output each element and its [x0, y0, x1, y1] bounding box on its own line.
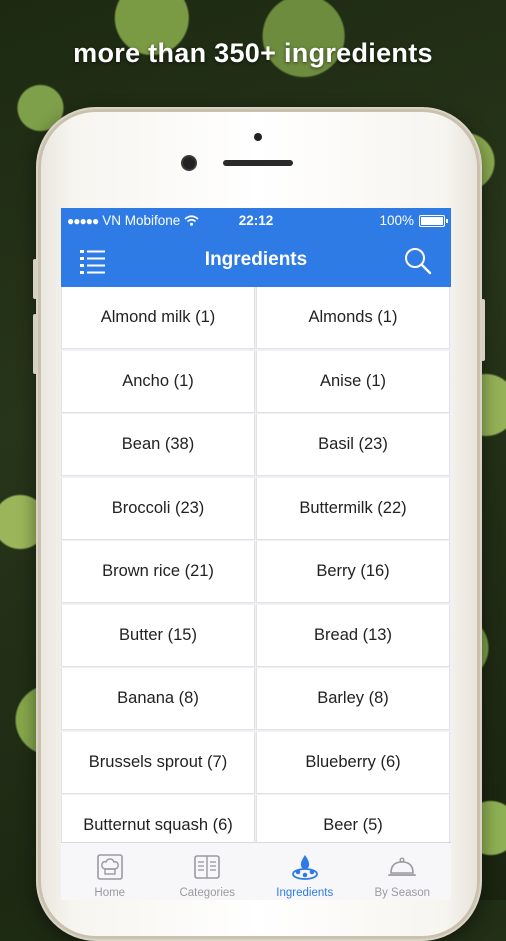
tab-home[interactable]: Home	[61, 843, 159, 900]
ingredient-cell[interactable]: Bean (38)	[61, 414, 255, 476]
phone-side-button	[33, 314, 37, 374]
page-title: Ingredients	[204, 249, 308, 270]
ingredient-cell[interactable]: Blueberry (6)	[256, 731, 450, 794]
search-icon	[405, 248, 432, 275]
ingredient-cell[interactable]: Berry (16)	[256, 541, 450, 603]
phone-sensor	[254, 133, 262, 141]
tab-categories[interactable]: Categories	[159, 843, 257, 900]
ingredient-cell[interactable]: Basil (23)	[256, 414, 450, 476]
battery-percent: 100%	[379, 213, 414, 228]
cloche-icon	[388, 857, 417, 876]
phone-side-button	[481, 299, 485, 361]
ingredients-icon	[291, 855, 318, 880]
categories-icon	[194, 855, 221, 879]
search-button[interactable]	[401, 244, 435, 278]
tab-label: Home	[94, 887, 126, 899]
ingredient-cell[interactable]: Almonds (1)	[256, 287, 450, 349]
tab-bar: Home Categories Ingredients By Season	[61, 842, 451, 900]
tab-ingredients[interactable]: Ingredients	[256, 843, 354, 900]
ingredient-cell[interactable]: Brussels sprout (7)	[61, 731, 255, 794]
nav-bar: Ingredients	[61, 234, 451, 287]
ingredient-cell[interactable]: Broccoli (23)	[61, 477, 255, 540]
phone-speaker	[223, 160, 293, 166]
promo-headline: more than 350+ ingredients	[73, 38, 433, 68]
ingredient-cell[interactable]: Banana (8)	[61, 668, 255, 730]
ingredient-cell[interactable]: Ancho (1)	[61, 350, 255, 413]
front-camera	[183, 157, 195, 169]
chef-hat-icon	[96, 854, 123, 880]
ingredient-cell[interactable]: Almond milk (1)	[61, 287, 255, 349]
app-screen: ●●●●● VN Mobifone 22:12 100% Ingredients…	[61, 208, 451, 900]
tab-label: Categories	[179, 887, 236, 899]
tab-label: Ingredients	[276, 887, 334, 899]
phone-side-button	[33, 259, 37, 299]
tab-label: By Season	[374, 887, 431, 899]
ingredient-grid: Almond milk (1) Almonds (1) Ancho (1) An…	[61, 287, 451, 859]
ingredient-cell[interactable]: Barley (8)	[256, 668, 450, 730]
status-bar: ●●●●● VN Mobifone 22:12 100%	[61, 208, 451, 234]
battery-icon	[419, 214, 448, 227]
ingredient-cell[interactable]: Butter (15)	[61, 604, 255, 667]
tab-by-season[interactable]: By Season	[354, 843, 452, 900]
ingredient-cell[interactable]: Anise (1)	[256, 350, 450, 413]
ingredient-cell[interactable]: Brown rice (21)	[61, 541, 255, 603]
ingredient-cell[interactable]: Buttermilk (22)	[256, 477, 450, 540]
ingredient-cell[interactable]: Bread (13)	[256, 604, 450, 667]
